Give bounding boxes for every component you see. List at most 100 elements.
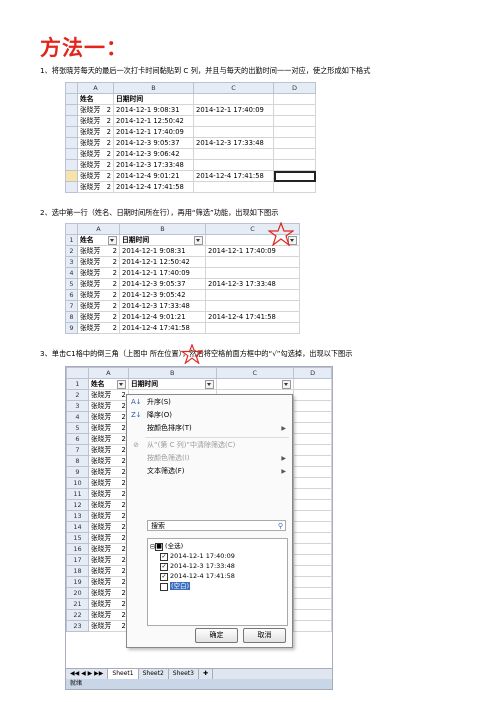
table-cell[interactable]: 张晓芳 2 bbox=[87, 466, 129, 478]
col-header-b[interactable]: B bbox=[119, 223, 206, 235]
table-cell[interactable] bbox=[205, 267, 300, 279]
row-header[interactable]: 6 bbox=[65, 289, 78, 301]
table-cell[interactable] bbox=[273, 126, 316, 138]
new-sheet-icon[interactable]: ✚ bbox=[199, 669, 213, 679]
col-header-b[interactable]: B bbox=[127, 367, 217, 379]
row-header-1[interactable]: 1 bbox=[66, 378, 89, 390]
row-header[interactable] bbox=[65, 170, 78, 182]
row-header-1[interactable]: 1 bbox=[65, 234, 78, 246]
row-header[interactable] bbox=[65, 137, 78, 149]
table-cell[interactable]: 2014-12-4 17:41:58 bbox=[119, 322, 206, 334]
table-cell[interactable] bbox=[293, 598, 332, 610]
table-cell[interactable]: 2014-12-3 9:05:37 bbox=[113, 137, 194, 149]
table-cell[interactable]: 2014-12-3 17:33:48 bbox=[193, 137, 274, 149]
table-cell[interactable]: 张晓芳 2 bbox=[87, 488, 129, 500]
menu-clear-filter[interactable]: 从“(第 C 列)”中清除筛选(C) bbox=[147, 440, 235, 451]
row-header[interactable]: 13 bbox=[66, 510, 89, 522]
table-cell[interactable]: 张晓芳 2 bbox=[87, 532, 129, 544]
table-cell[interactable]: 张晓芳 2 bbox=[87, 400, 129, 412]
table-cell[interactable]: 张晓芳 2 bbox=[87, 444, 129, 456]
header-d-cell[interactable] bbox=[293, 378, 332, 390]
table-cell[interactable] bbox=[293, 477, 332, 489]
header-name-cell[interactable]: 姓名 bbox=[77, 234, 120, 246]
table-cell[interactable] bbox=[193, 126, 274, 138]
row-header[interactable]: 22 bbox=[66, 609, 89, 621]
table-cell[interactable] bbox=[293, 488, 332, 500]
row-header[interactable]: 2 bbox=[66, 389, 89, 401]
table-cell[interactable]: 张晓芳 2 bbox=[87, 422, 129, 434]
header-c-cell[interactable] bbox=[215, 378, 295, 390]
table-cell[interactable]: 张晓芳 2 bbox=[87, 565, 129, 577]
row-header[interactable]: 14 bbox=[66, 521, 89, 533]
row-header[interactable]: 7 bbox=[66, 444, 89, 456]
table-cell[interactable]: 张晓芳 2 bbox=[77, 159, 114, 171]
table-cell[interactable]: 张晓芳 2 bbox=[87, 433, 129, 445]
table-cell[interactable]: 张晓芳 2 bbox=[87, 455, 129, 467]
header-name-cell[interactable]: 姓名 bbox=[77, 93, 114, 105]
table-cell[interactable]: 张晓芳 2 bbox=[77, 115, 114, 127]
table-cell[interactable] bbox=[193, 115, 274, 127]
corner-cell[interactable] bbox=[65, 223, 78, 235]
table-cell[interactable]: 张晓芳 2 bbox=[77, 267, 120, 279]
table-cell[interactable]: 张晓芳 2 bbox=[77, 278, 120, 290]
table-cell[interactable] bbox=[193, 159, 274, 171]
table-cell[interactable]: 2014-12-1 17:40:09 bbox=[119, 267, 206, 279]
menu-sort-descending[interactable]: 降序(O) bbox=[147, 410, 172, 421]
ok-button[interactable]: 确定 bbox=[195, 628, 238, 643]
table-cell[interactable] bbox=[293, 466, 332, 478]
checkbox-checked[interactable]: ✓ bbox=[160, 552, 168, 561]
table-cell[interactable]: 2014-12-3 9:06:42 bbox=[113, 148, 194, 160]
table-cell[interactable]: 2014-12-1 17:40:09 bbox=[193, 104, 274, 116]
row-header[interactable]: 18 bbox=[66, 565, 89, 577]
table-cell[interactable]: 2014-12-3 17:33:48 bbox=[205, 278, 300, 290]
table-cell[interactable] bbox=[293, 422, 332, 434]
select-all-checkbox[interactable]: ■ bbox=[155, 542, 164, 551]
table-cell[interactable]: 张晓芳 2 bbox=[87, 576, 129, 588]
filter-dropdown-a[interactable] bbox=[108, 236, 117, 245]
row-header[interactable]: 23 bbox=[66, 620, 89, 632]
tab-sheet1[interactable]: Sheet1 bbox=[108, 669, 139, 679]
header-datetime-cell[interactable]: 日期时间 bbox=[119, 234, 206, 246]
table-cell[interactable]: 张晓芳 2 bbox=[87, 620, 129, 632]
table-cell[interactable] bbox=[193, 148, 274, 160]
col-header-a[interactable]: A bbox=[77, 82, 114, 94]
filter-search-input[interactable]: 搜索 ⚲ bbox=[147, 520, 286, 531]
row-header[interactable]: 9 bbox=[66, 466, 89, 478]
table-cell[interactable]: 张晓芳 2 bbox=[87, 499, 129, 511]
table-cell[interactable] bbox=[293, 433, 332, 445]
table-cell[interactable] bbox=[293, 609, 332, 621]
table-cell[interactable] bbox=[293, 565, 332, 577]
tab-nav-arrows[interactable]: ◀◀ ◀ ▶ ▶▶ bbox=[66, 669, 109, 679]
table-cell[interactable]: 张晓芳 2 bbox=[77, 311, 120, 323]
row-header[interactable] bbox=[65, 181, 78, 193]
table-cell[interactable]: 2014-12-4 17:41:58 bbox=[205, 311, 300, 323]
table-cell[interactable]: 张晓芳 2 bbox=[77, 245, 120, 257]
table-cell[interactable]: 张晓芳 2 bbox=[87, 598, 129, 610]
header-datetime-cell[interactable]: 日期时间 bbox=[113, 93, 194, 105]
menu-filter-by-color[interactable]: 按颜色筛选(I) ▶ bbox=[147, 453, 292, 464]
table-cell[interactable] bbox=[293, 576, 332, 588]
col-header-a[interactable]: A bbox=[77, 223, 120, 235]
table-cell[interactable]: 张晓芳 2 bbox=[77, 256, 120, 268]
table-cell[interactable] bbox=[293, 620, 332, 632]
row-header[interactable]: 12 bbox=[66, 499, 89, 511]
row-header[interactable] bbox=[65, 93, 78, 105]
row-header[interactable]: 15 bbox=[66, 532, 89, 544]
table-cell[interactable]: 2014-12-3 17:33:48 bbox=[119, 300, 206, 312]
table-cell[interactable] bbox=[293, 510, 332, 522]
row-header[interactable]: 17 bbox=[66, 554, 89, 566]
col-header-d[interactable]: D bbox=[273, 82, 316, 94]
row-header[interactable]: 8 bbox=[65, 311, 78, 323]
col-header-d[interactable]: D bbox=[293, 367, 332, 379]
table-cell[interactable]: 2014-12-1 9:08:31 bbox=[119, 245, 206, 257]
table-cell[interactable] bbox=[273, 170, 316, 182]
select-all-item[interactable]: ⊟■ (全选) bbox=[150, 542, 183, 551]
table-cell[interactable] bbox=[293, 587, 332, 599]
row-header[interactable]: 5 bbox=[66, 422, 89, 434]
filter-blank-item[interactable]: (空白) bbox=[160, 582, 191, 591]
table-cell[interactable] bbox=[293, 389, 332, 401]
filter-value-item[interactable]: ✓ 2014-12-4 17:41:58 bbox=[160, 572, 235, 581]
row-header[interactable]: 5 bbox=[65, 278, 78, 290]
table-cell[interactable] bbox=[293, 400, 332, 412]
row-header[interactable] bbox=[65, 104, 78, 116]
